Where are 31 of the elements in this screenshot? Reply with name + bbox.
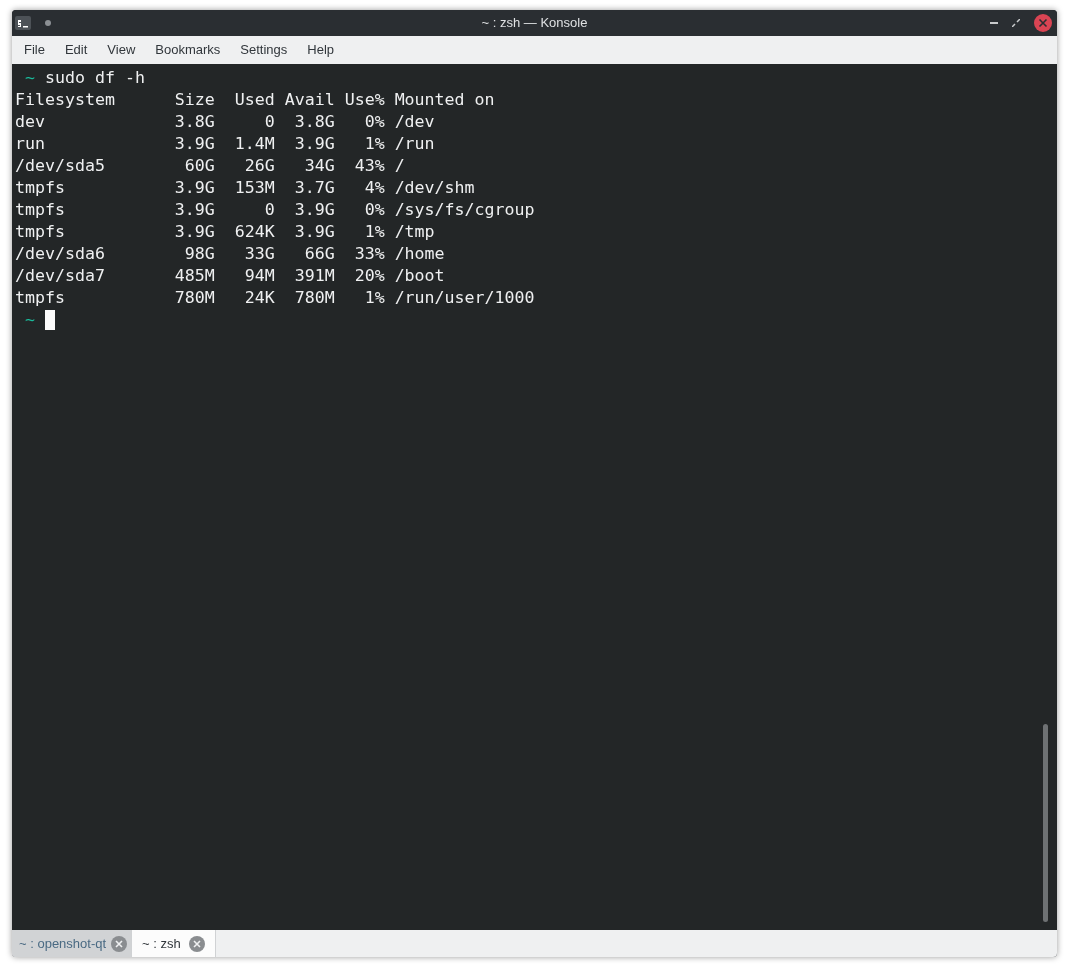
output-line: dev 3.8G 0 3.8G 0% /dev — [15, 111, 435, 133]
menu-item[interactable]: File — [14, 40, 55, 60]
output-line: /dev/sda5 60G 26G 34G 43% / — [15, 155, 405, 177]
tab[interactable]: ~ : openshot-qt — [12, 930, 132, 957]
tab-label: ~ : openshot-qt — [19, 934, 107, 953]
scrollbar-thumb[interactable] — [1043, 724, 1048, 922]
terminal-app-icon — [15, 16, 31, 30]
text-cursor — [45, 310, 55, 330]
tab-label: ~ : zsh — [142, 934, 181, 953]
prompt-symbol: ~ — [24, 309, 35, 331]
menu-item[interactable]: Settings — [230, 40, 298, 60]
menu-item[interactable]: Bookmarks — [145, 40, 231, 60]
output-line: tmpfs 3.9G 624K 3.9G 1% /tmp — [15, 221, 435, 243]
output-line: Filesystem Size Used Avail Use% Mounted on — [15, 89, 495, 111]
output-line: tmpfs 3.9G 0 3.9G 0% /sys/fs/cgroup — [15, 199, 535, 221]
prompt-symbol: ~ — [24, 67, 35, 89]
close-icon[interactable] — [111, 935, 128, 952]
output-line: tmpfs 3.9G 153M 3.7G 4% /dev/shm — [15, 177, 475, 199]
restore-icon[interactable] — [1012, 19, 1020, 27]
close-icon[interactable] — [1034, 14, 1052, 32]
window-title: ~ : zsh — Konsole — [481, 14, 588, 33]
menu-item[interactable]: View — [97, 40, 146, 60]
tab[interactable]: ~ : zsh — [131, 930, 216, 957]
command-text: sudo df -h — [44, 67, 145, 89]
close-icon[interactable] — [188, 935, 205, 952]
output-line: run 3.9G 1.4M 3.9G 1% /run — [15, 133, 435, 155]
output-line: /dev/sda7 485M 94M 391M 20% /boot — [15, 265, 445, 287]
menu-item[interactable]: Help — [297, 40, 345, 60]
menu-item[interactable]: Edit — [54, 40, 98, 60]
output-line: tmpfs 780M 24K 780M 1% /run/user/1000 — [15, 287, 535, 309]
output-line: /dev/sda6 98G 33G 66G 33% /home — [15, 243, 445, 265]
